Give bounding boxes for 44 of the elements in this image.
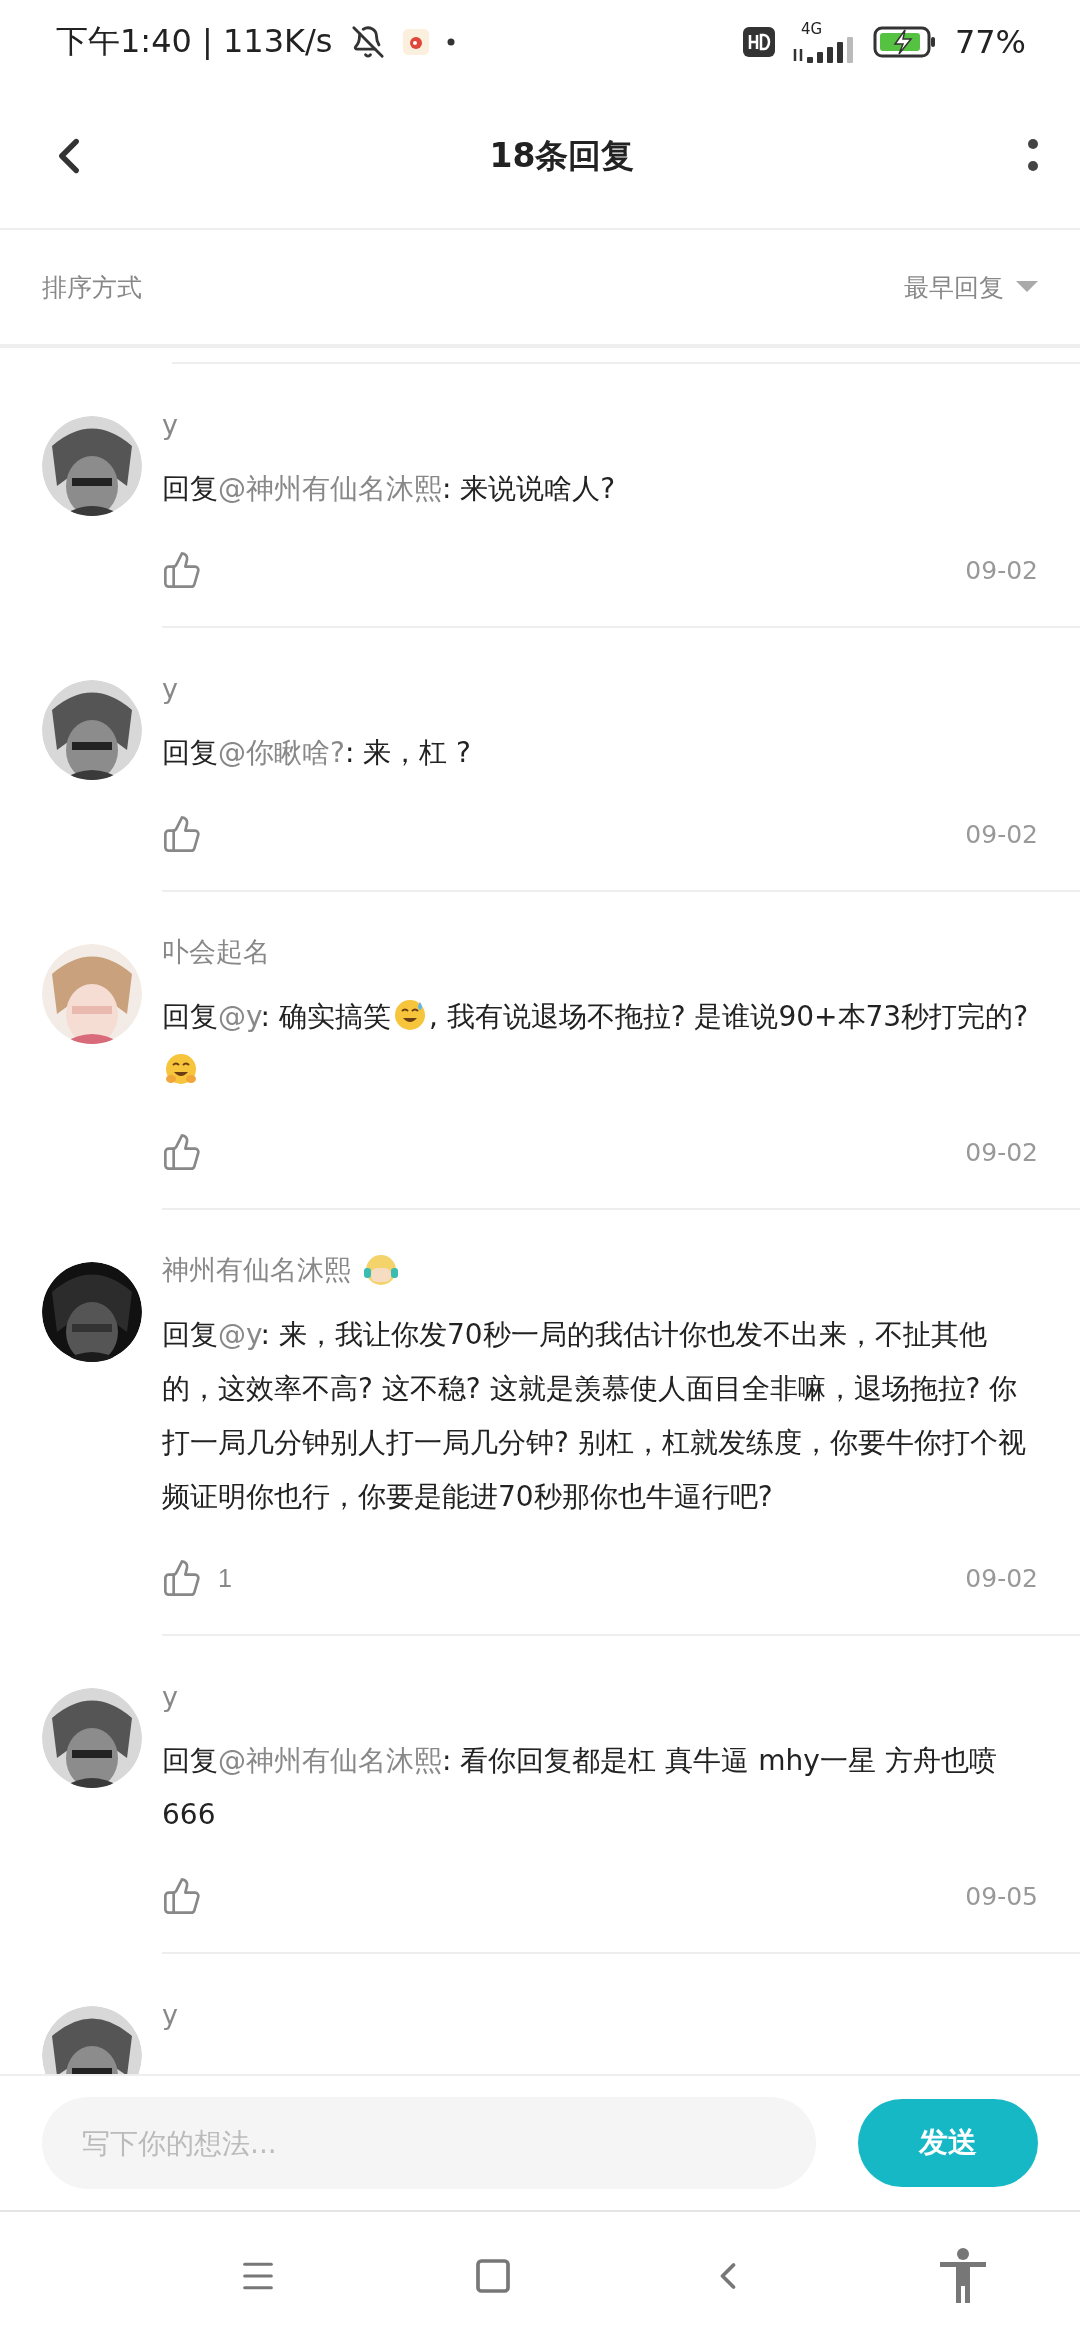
reply-text: 回复@你瞅啥?: 来，杠 ?	[162, 735, 472, 771]
author-name[interactable]: 卟会起名	[162, 934, 270, 970]
comment-input-field[interactable]: 写下你的想法...	[42, 2097, 816, 2189]
mention-link[interactable]: @你瞅啥?	[218, 736, 345, 769]
reply-text: 回复@神州有仙名沐熙: 来说说啥人?	[162, 471, 617, 507]
mention-link[interactable]: @神州有仙名沐熙	[218, 472, 442, 505]
app-notification-icon	[402, 29, 429, 55]
author-name[interactable]: y	[162, 1998, 178, 2030]
like-button[interactable]	[162, 550, 202, 590]
like-button[interactable]	[162, 1132, 202, 1172]
sweat-smile-emoji-icon	[392, 998, 427, 1032]
bell-off-icon	[350, 25, 385, 59]
reply-text: 回复@y: 来，我让你发70秒一局的我估计你也发不出来，不扯其他的，这效率不高? 这不稳? 这就是羡慕使人面目全非嘛，退场拖拉? 你打一局几分钟别人打一局几分钟? 别杠，杠就发练度，你要牛你打个视频证明你也行，你要是能进70秒那你也牛逼行吧?	[162, 1317, 1027, 1515]
reply-date: 09-02	[965, 1137, 1038, 1167]
like-button[interactable]: 1	[162, 1558, 232, 1598]
like-button[interactable]	[162, 1876, 202, 1916]
hd-icon	[742, 27, 775, 57]
status-time: 下午1:40 | 113K/s	[56, 21, 333, 62]
sort-dropdown[interactable]: 最早回复	[904, 270, 1038, 304]
battery-level: 77%	[954, 23, 1026, 61]
accessibility-icon[interactable]	[937, 2248, 988, 2304]
reply-text: 回复@神州有仙名沐熙: 看你回复都是杠 真牛逼 mhy一星 方舟也喷 666	[162, 1743, 998, 1833]
reply-date: 09-02	[965, 819, 1038, 849]
author-name[interactable]: y	[162, 672, 178, 704]
signal-icon	[792, 37, 855, 63]
author-name[interactable]: 神州有仙名沐熙	[162, 1252, 351, 1288]
sort-label: 排序方式	[42, 271, 142, 304]
mention-link[interactable]: @神州有仙名沐熙	[218, 1744, 442, 1777]
network-type: 4G	[800, 21, 823, 37]
reply-date: 09-02	[965, 555, 1038, 585]
mention-link[interactable]: @y	[218, 1318, 261, 1351]
author-name[interactable]: y	[162, 1680, 178, 1712]
page-title: 18条回复	[489, 134, 635, 177]
mention-link[interactable]: @y	[218, 1000, 261, 1033]
dot-icon	[446, 38, 455, 46]
reply-date: 09-05	[965, 1881, 1038, 1911]
battery-charging-icon	[872, 26, 937, 58]
caret-icon[interactable]	[1016, 281, 1038, 293]
like-button[interactable]	[162, 814, 202, 854]
author-name[interactable]: y	[162, 408, 178, 440]
reply-date: 09-02	[965, 1563, 1038, 1593]
send-button[interactable]: 发送	[858, 2099, 1038, 2187]
reply-text: 回复@y: 确实搞笑 , 我有说退场不拖拉? 是谁说90+本73秒打完的?	[162, 990, 1038, 1098]
hug-emoji-icon	[164, 1052, 198, 1086]
